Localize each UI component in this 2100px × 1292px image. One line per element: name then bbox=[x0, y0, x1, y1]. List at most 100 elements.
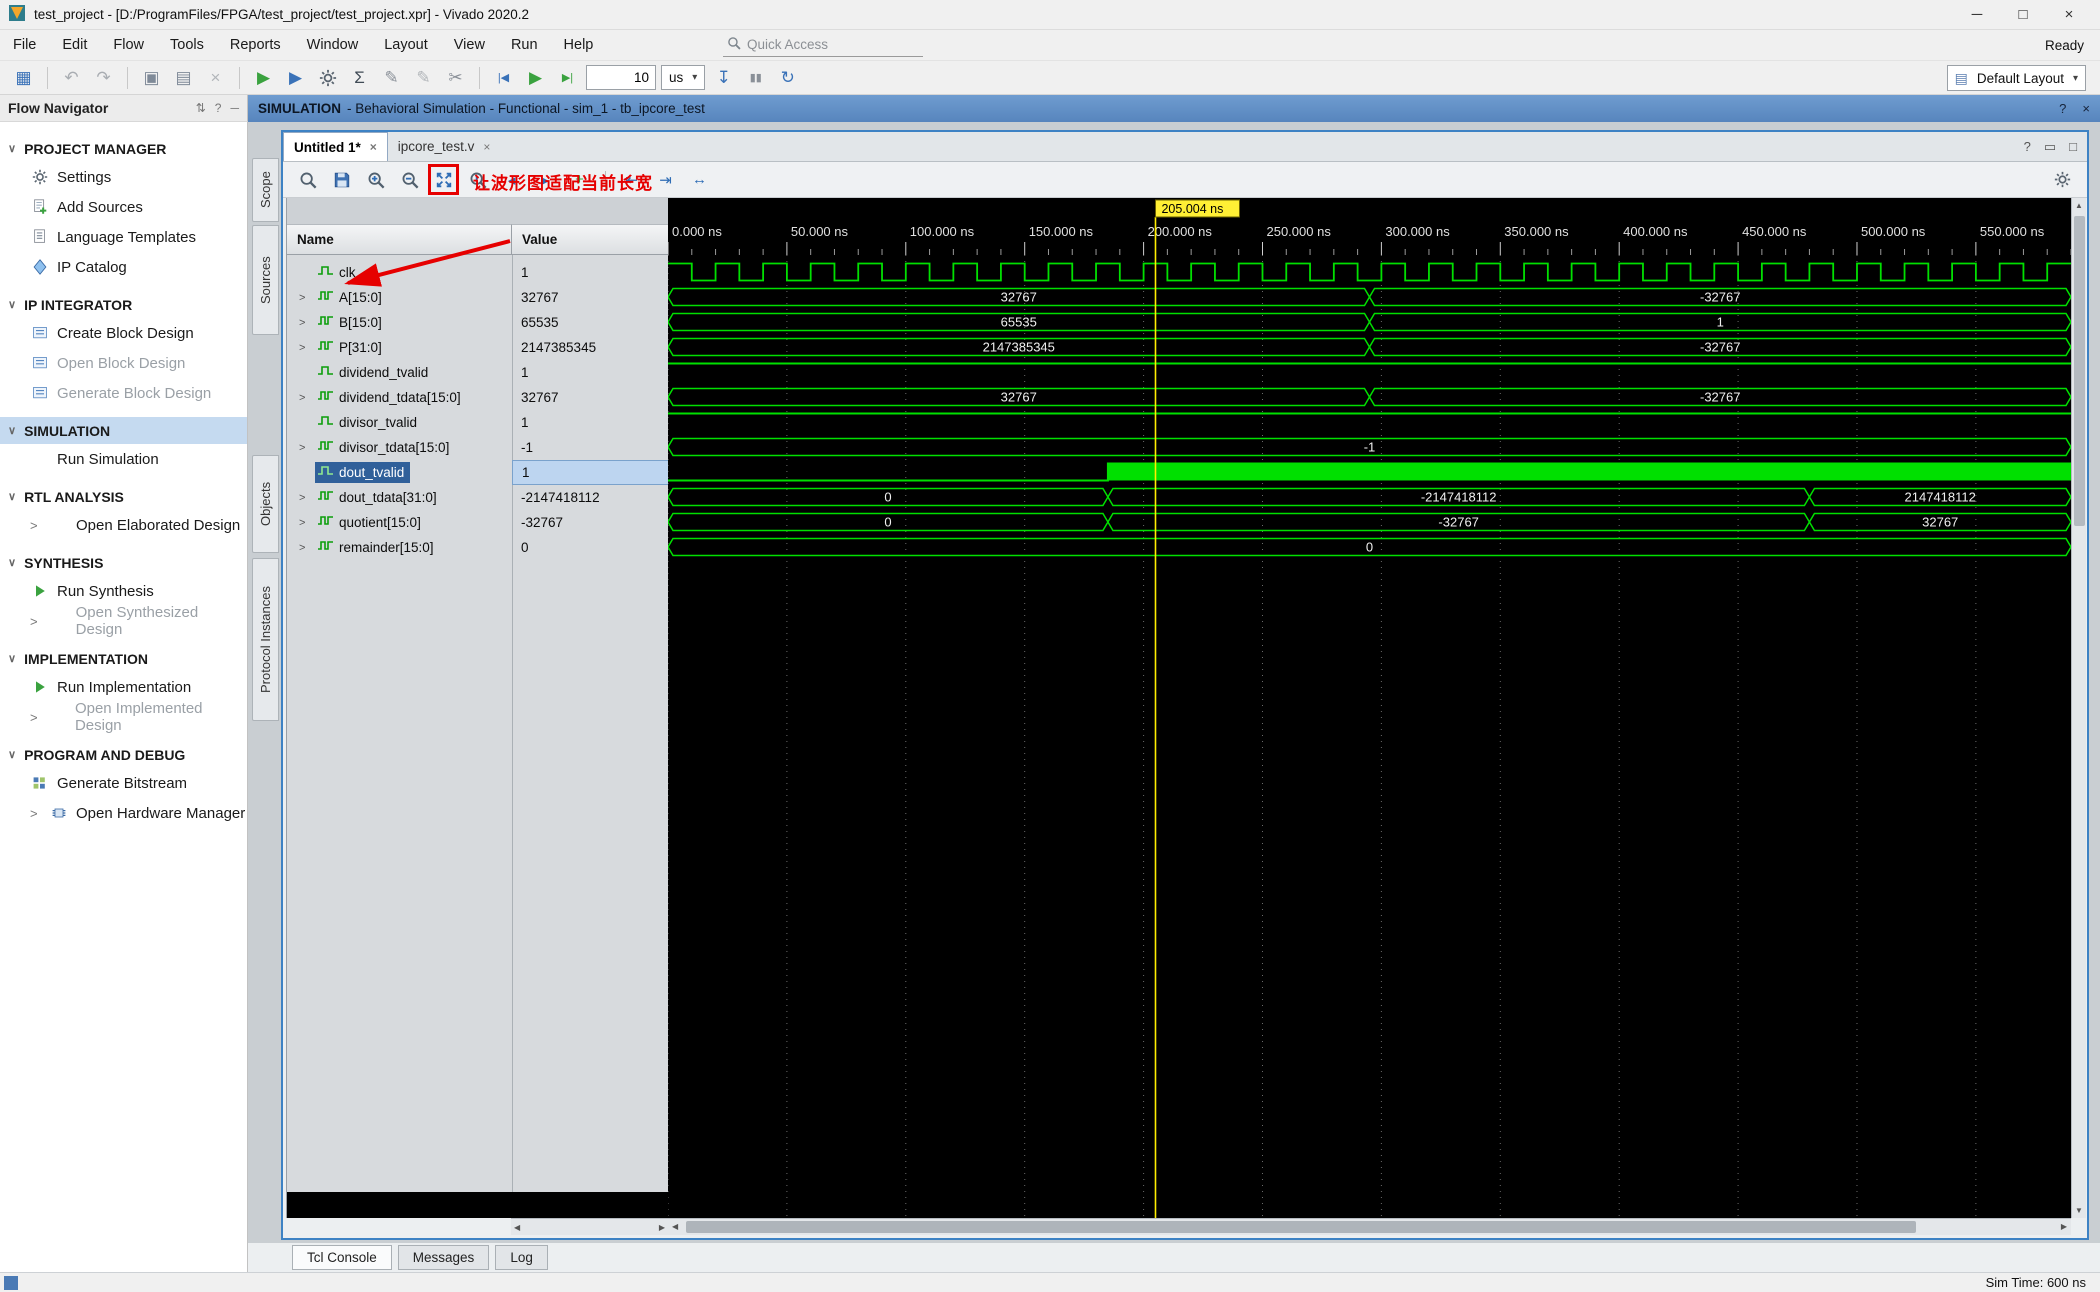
sim-restart-icon[interactable]: |◀ bbox=[490, 64, 517, 91]
side-tab-objects[interactable]: Objects bbox=[252, 455, 279, 553]
menu-flow[interactable]: Flow bbox=[100, 30, 157, 60]
sim-runtime-unit-select[interactable]: us ▾ bbox=[661, 65, 706, 90]
nav-item-open-block-design[interactable]: Open Block Design bbox=[0, 348, 247, 378]
name-column-header[interactable]: Name bbox=[287, 224, 512, 255]
scrollbar-thumb[interactable] bbox=[2074, 216, 2085, 526]
expand-arrow-icon[interactable]: > bbox=[299, 292, 315, 304]
scroll-right-arrow-icon[interactable]: ▶ bbox=[659, 1223, 665, 1232]
nav-item-open-implemented-design[interactable]: > Open Implemented Design bbox=[0, 700, 247, 734]
undo-icon[interactable]: ↶ bbox=[58, 64, 85, 91]
signal-name-row[interactable]: > B[15:0] bbox=[287, 310, 512, 335]
signal-name-row[interactable]: > dividend_tdata[15:0] bbox=[287, 385, 512, 410]
save-icon[interactable] bbox=[329, 167, 354, 192]
nav-item-language-templates[interactable]: Language Templates bbox=[0, 222, 247, 252]
help-icon[interactable]: ? bbox=[2024, 139, 2031, 154]
signal-value-cell[interactable]: -1 bbox=[512, 435, 669, 460]
edit2-icon[interactable]: ✎ bbox=[410, 64, 437, 91]
signal-value-cell[interactable]: -32767 bbox=[512, 510, 669, 535]
menu-help[interactable]: Help bbox=[551, 30, 607, 60]
paste-icon[interactable]: ▤ bbox=[170, 64, 197, 91]
menu-view[interactable]: View bbox=[441, 30, 498, 60]
editor-tab-untitled-1-[interactable]: Untitled 1* × bbox=[283, 132, 388, 161]
signal-value-cell[interactable]: 0 bbox=[512, 535, 669, 560]
signal-name-row[interactable]: > quotient[15:0] bbox=[287, 510, 512, 535]
signal-name-row[interactable]: > divisor_tdata[15:0] bbox=[287, 435, 512, 460]
sim-pause-icon[interactable]: ▮▮ bbox=[742, 64, 769, 91]
menu-file[interactable]: File bbox=[0, 30, 49, 60]
delete-icon[interactable]: × bbox=[202, 64, 229, 91]
nav-item-run-simulation[interactable]: Run Simulation bbox=[0, 444, 247, 474]
layout-select[interactable]: ▤ Default Layout ▾ bbox=[1946, 65, 2086, 91]
maximize-button[interactable]: □ bbox=[2000, 0, 2046, 29]
console-tab-log[interactable]: Log bbox=[495, 1245, 548, 1270]
redo-icon[interactable]: ↷ bbox=[90, 64, 117, 91]
sim-step-icon[interactable]: ↧ bbox=[710, 64, 737, 91]
signal-name-row[interactable]: > remainder[15:0] bbox=[287, 535, 512, 560]
nav-item-open-synthesized-design[interactable]: > Open Synthesized Design bbox=[0, 604, 247, 638]
signal-name-row[interactable]: > dout_tdata[31:0] bbox=[287, 485, 512, 510]
find-icon[interactable] bbox=[295, 167, 320, 192]
nav-section-header[interactable]: ∨ SYNTHESIS bbox=[0, 549, 247, 576]
side-tab-scope[interactable]: Scope bbox=[252, 158, 279, 222]
side-tab-protocol-instances[interactable]: Protocol Instances bbox=[252, 558, 279, 721]
nav-item-settings[interactable]: Settings bbox=[0, 162, 247, 192]
signal-value-cell[interactable]: 1 bbox=[512, 410, 669, 435]
expand-arrow-icon[interactable]: > bbox=[299, 317, 315, 329]
copy-icon[interactable]: ▣ bbox=[138, 64, 165, 91]
menu-run[interactable]: Run bbox=[498, 30, 551, 60]
chevron-right-icon[interactable]: > bbox=[30, 806, 41, 821]
next-transition-icon[interactable]: ▸ bbox=[533, 167, 558, 192]
prev-transition-icon[interactable]: ◂ bbox=[499, 167, 524, 192]
sum-icon[interactable]: Σ bbox=[346, 64, 373, 91]
zoom-in-icon[interactable] bbox=[363, 167, 388, 192]
nav-item-run-synthesis[interactable]: Run Synthesis bbox=[0, 576, 247, 606]
expand-arrow-icon[interactable]: > bbox=[299, 542, 315, 554]
nav-section-header[interactable]: ∨ IMPLEMENTATION bbox=[0, 645, 247, 672]
cut-icon[interactable]: ✂ bbox=[442, 64, 469, 91]
minimize-button[interactable]: ─ bbox=[1954, 0, 2000, 29]
signal-value-cell[interactable]: 32767 bbox=[512, 385, 669, 410]
nav-section-header[interactable]: ∨ PROJECT MANAGER bbox=[0, 135, 247, 162]
zoom-out-icon[interactable] bbox=[397, 167, 422, 192]
signal-name-row[interactable]: divisor_tvalid bbox=[287, 410, 512, 435]
nav-item-generate-bitstream[interactable]: Generate Bitstream bbox=[0, 768, 247, 798]
expand-arrow-icon[interactable]: > bbox=[299, 442, 315, 454]
zoom-fit-icon[interactable] bbox=[428, 164, 459, 195]
console-tab-messages[interactable]: Messages bbox=[397, 1245, 490, 1270]
zoom-cursor-icon[interactable] bbox=[465, 167, 490, 192]
menu-edit[interactable]: Edit bbox=[49, 30, 100, 60]
sim-run-all-icon[interactable]: ▶ bbox=[522, 64, 549, 91]
expand-arrow-icon[interactable]: > bbox=[299, 492, 315, 504]
tab-close-icon[interactable]: × bbox=[370, 140, 377, 154]
swap-icon[interactable]: ⇅ bbox=[196, 101, 206, 115]
close-button[interactable]: × bbox=[2046, 0, 2092, 29]
goto-first-icon[interactable]: ⇤ bbox=[619, 167, 644, 192]
nav-item-add-sources[interactable]: Add Sources bbox=[0, 192, 247, 222]
signal-name-row[interactable]: dout_tvalid bbox=[287, 460, 512, 485]
chevron-right-icon[interactable]: > bbox=[30, 710, 41, 725]
new-window-icon[interactable]: ▦ bbox=[10, 64, 37, 91]
scroll-right-arrow-icon[interactable]: ▶ bbox=[2061, 1222, 2067, 1231]
run-icon[interactable]: ▶ bbox=[250, 64, 277, 91]
nav-section-header[interactable]: ∨ RTL ANALYSIS bbox=[0, 483, 247, 510]
scroll-down-arrow-icon[interactable]: ▼ bbox=[2072, 1203, 2086, 1218]
signal-value-cell[interactable]: 1 bbox=[512, 360, 669, 385]
sim-runtime-input[interactable] bbox=[586, 65, 656, 90]
menu-reports[interactable]: Reports bbox=[217, 30, 294, 60]
signal-value-cell[interactable]: 1 bbox=[512, 460, 669, 485]
console-tab-tcl-console[interactable]: Tcl Console bbox=[292, 1245, 392, 1270]
nav-section-header[interactable]: ∨ IP INTEGRATOR bbox=[0, 291, 247, 318]
nav-item-create-block-design[interactable]: Create Block Design bbox=[0, 318, 247, 348]
maximize-icon[interactable]: □ bbox=[2069, 139, 2077, 154]
restart-icon[interactable]: ▶ bbox=[282, 64, 309, 91]
value-column-header[interactable]: Value bbox=[512, 224, 669, 255]
vertical-scrollbar[interactable]: ▲ ▼ bbox=[2071, 198, 2086, 1218]
float-icon[interactable]: ▭ bbox=[2044, 139, 2056, 155]
nav-item-open-elaborated-design[interactable]: > Open Elaborated Design bbox=[0, 510, 247, 540]
expand-arrow-icon[interactable]: > bbox=[299, 517, 315, 529]
help-icon[interactable]: ? bbox=[2059, 101, 2066, 116]
menu-layout[interactable]: Layout bbox=[371, 30, 441, 60]
nav-item-generate-block-design[interactable]: Generate Block Design bbox=[0, 378, 247, 408]
signal-value-cell[interactable]: -2147418112 bbox=[512, 485, 669, 510]
minimize-icon[interactable]: ─ bbox=[230, 101, 239, 115]
